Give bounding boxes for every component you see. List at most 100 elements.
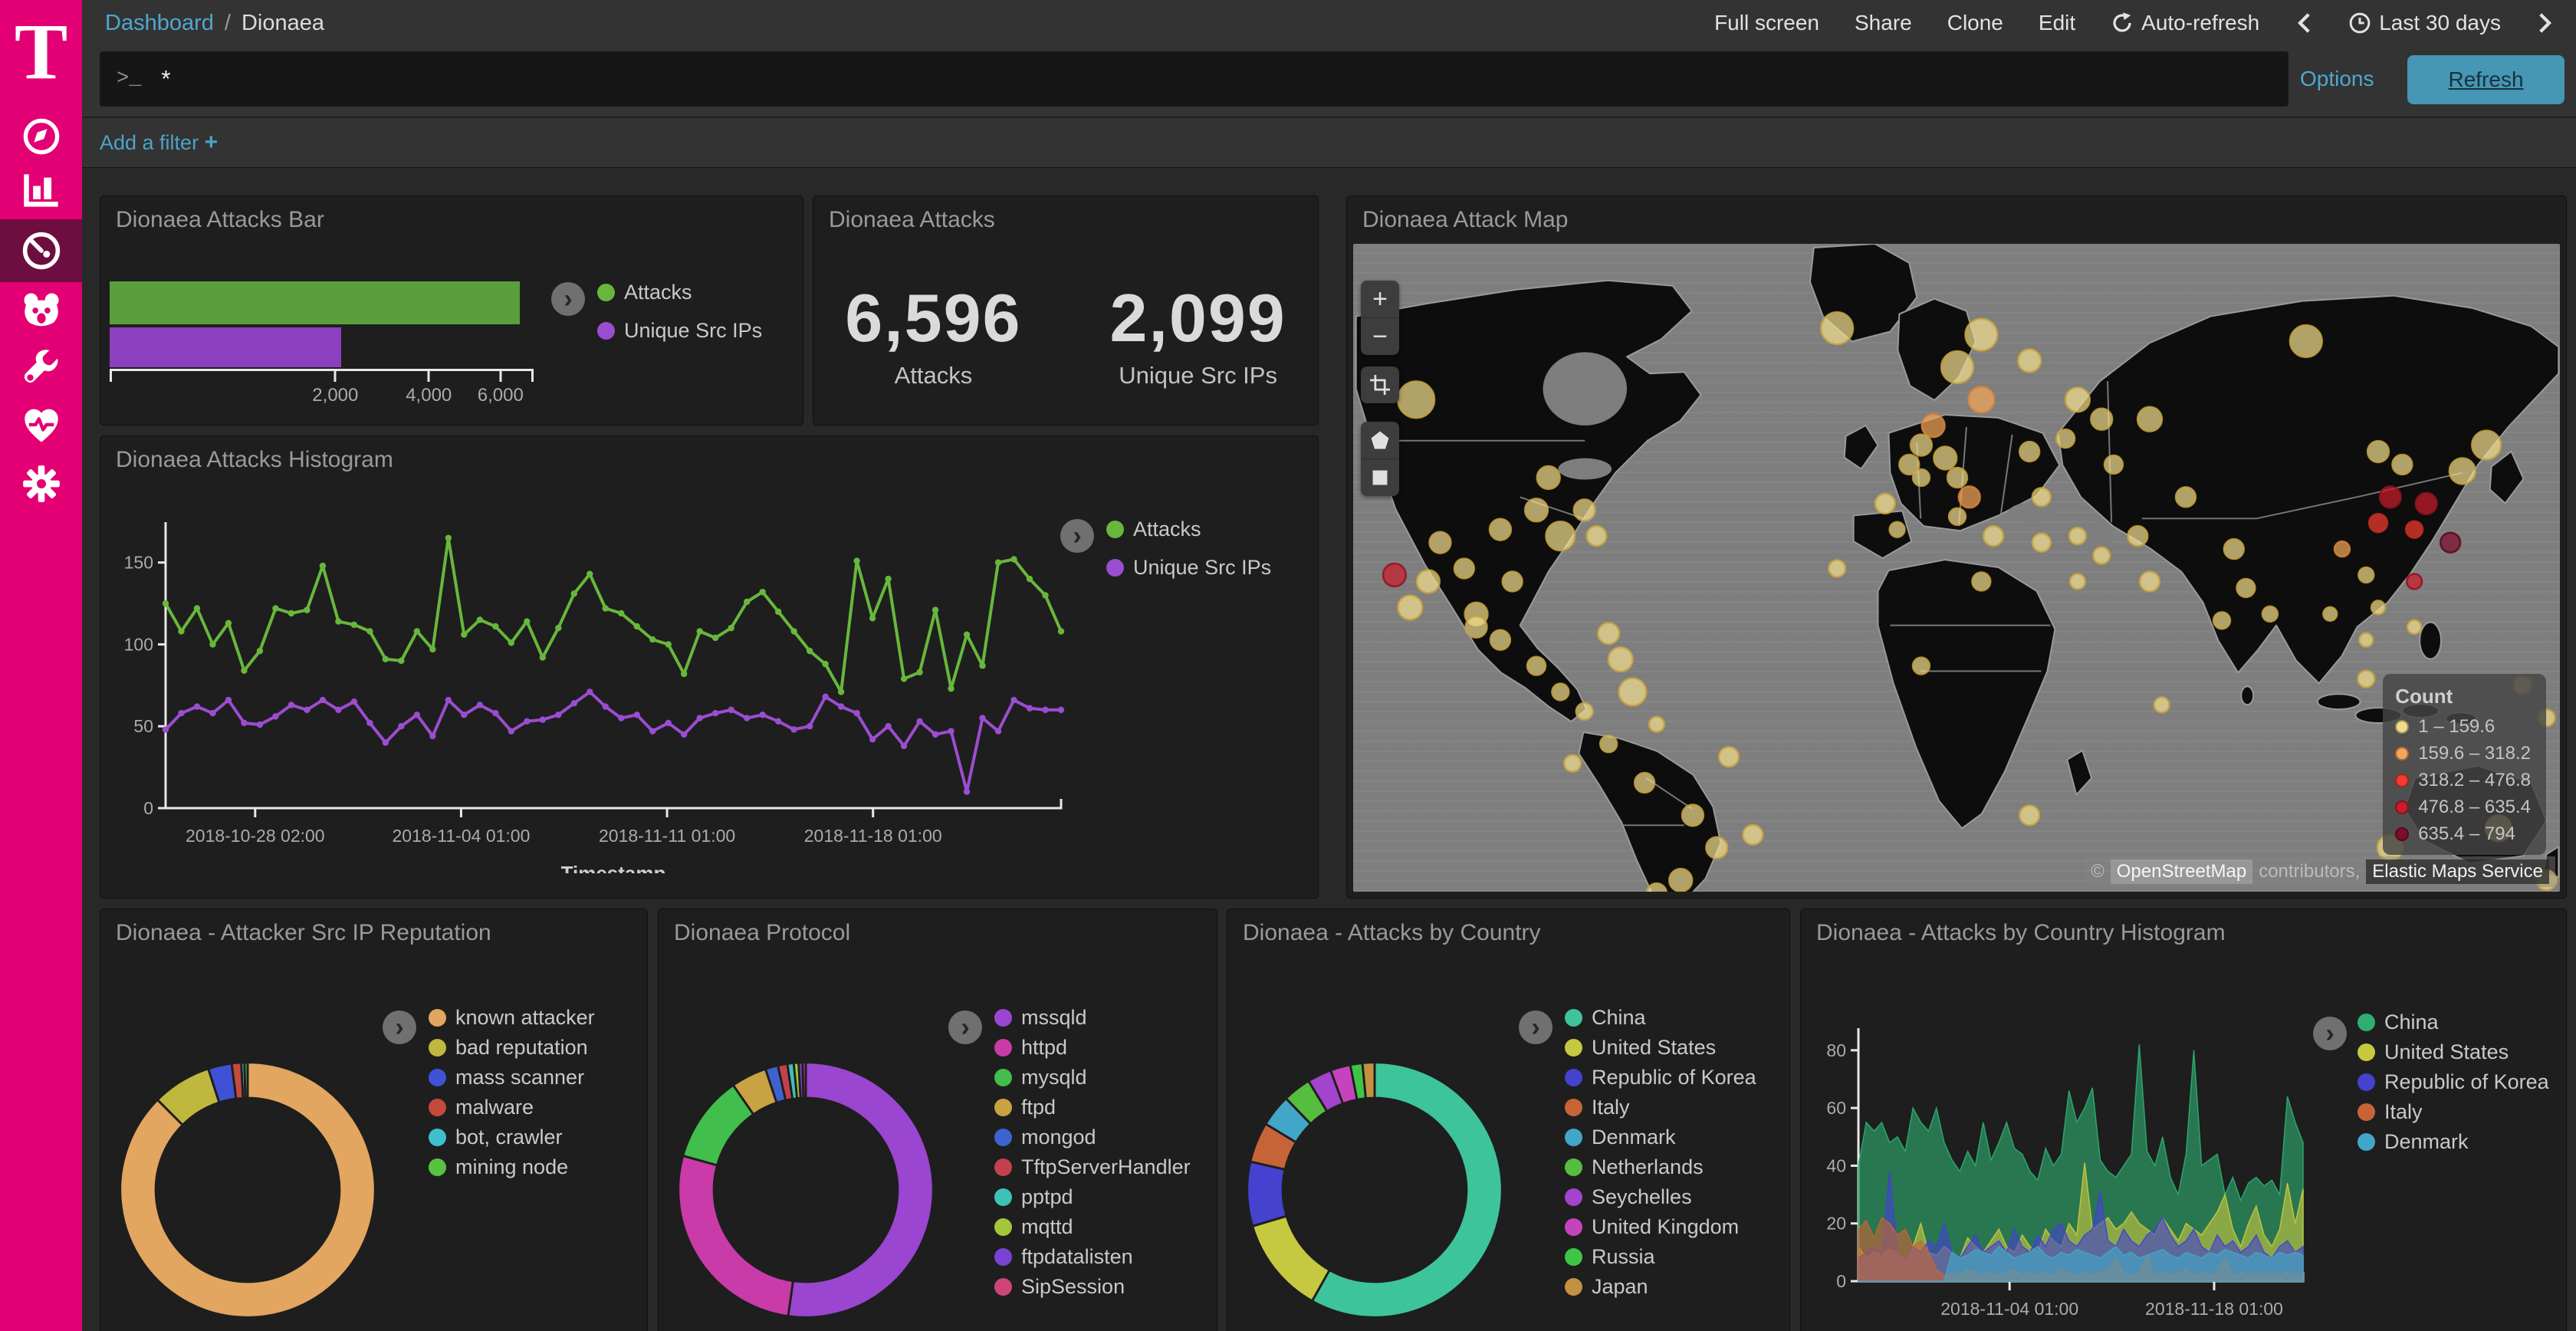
legend-item[interactable]: SipSession	[994, 1272, 1191, 1302]
donut-chart[interactable]	[114, 1057, 381, 1323]
expand-legend-icon[interactable]: ›	[551, 282, 585, 316]
legend-item[interactable]: China	[1565, 1003, 1756, 1033]
legend-item[interactable]: mqttd	[994, 1212, 1191, 1242]
legend-item[interactable]: 1 – 159.6	[2395, 713, 2531, 740]
svg-text:20: 20	[1826, 1214, 1846, 1234]
sidebar-item-dashboard[interactable]	[0, 219, 82, 282]
full-screen-button[interactable]: Full screen	[1714, 11, 1819, 35]
legend-label: Netherlands	[1592, 1155, 1704, 1179]
legend-item[interactable]: Republic of Korea	[2358, 1067, 2549, 1097]
legend-item[interactable]: Seychelles	[1565, 1182, 1756, 1212]
breadcrumb-separator: /	[225, 11, 231, 36]
area-chart[interactable]: 0204060802018-11-04 01:002018-11-18 01:0…	[1820, 1024, 2326, 1331]
legend-item[interactable]: Unique Src IPs	[1106, 548, 1271, 587]
legend-item[interactable]: 476.8 – 635.4	[2395, 794, 2531, 820]
time-forward-button[interactable]	[2536, 12, 2555, 35]
legend-label: China	[1592, 1006, 1646, 1030]
expand-legend-icon[interactable]: ›	[948, 1011, 982, 1044]
svg-text:80: 80	[1826, 1040, 1846, 1060]
legend-item[interactable]: United States	[1565, 1033, 1756, 1063]
sidebar-item-devtools[interactable]	[0, 340, 82, 396]
expand-legend-icon[interactable]: ›	[2313, 1017, 2347, 1050]
svg-text:0: 0	[1836, 1271, 1846, 1291]
bar-Unique Src IPs[interactable]	[110, 327, 341, 367]
zoom-out-button[interactable]: −	[1361, 317, 1399, 355]
legend-item[interactable]: Russia	[1565, 1242, 1756, 1272]
clone-button[interactable]: Clone	[1947, 11, 2003, 35]
legend-item[interactable]: Italy	[1565, 1093, 1756, 1122]
sidebar-item-visualize[interactable]	[0, 163, 82, 219]
legend-item[interactable]: United Kingdom	[1565, 1212, 1756, 1242]
horizontal-bar-chart[interactable]	[110, 281, 534, 370]
donut-chart[interactable]	[1241, 1057, 1508, 1323]
legend-item[interactable]: httpd	[994, 1033, 1191, 1063]
legend-item[interactable]: malware	[429, 1093, 595, 1122]
legend-item[interactable]: mysqld	[994, 1063, 1191, 1093]
sidebar-item-management[interactable]	[0, 455, 82, 512]
legend-item[interactable]: pptpd	[994, 1182, 1191, 1212]
reputation-legend: known attackerbad reputationmass scanner…	[429, 1003, 595, 1182]
legend-item[interactable]: mining node	[429, 1152, 595, 1182]
rectangle-tool-icon[interactable]	[1361, 458, 1399, 496]
donut-chart[interactable]	[672, 1057, 939, 1323]
legend-item[interactable]: Denmark	[1565, 1122, 1756, 1152]
legend-color-dot	[429, 1099, 446, 1116]
legend-item[interactable]: Netherlands	[1565, 1152, 1756, 1182]
search-query-input[interactable]: >_ *	[100, 51, 2288, 107]
world-map[interactable]: + −	[1353, 244, 2560, 892]
auto-refresh-button[interactable]: Auto-refresh	[2111, 11, 2259, 35]
legend-item[interactable]: Italy	[2358, 1097, 2549, 1127]
legend-item[interactable]: bad reputation	[429, 1033, 595, 1063]
copyright-symbol: ©	[2091, 861, 2104, 882]
share-button[interactable]: Share	[1855, 11, 1912, 35]
legend-item[interactable]: United States	[2358, 1037, 2549, 1067]
legend-color-dot	[2358, 1133, 2375, 1151]
legend-item[interactable]: 159.6 – 318.2	[2395, 740, 2531, 767]
time-back-button[interactable]	[2295, 12, 2313, 35]
legend-color-dot	[994, 1278, 1012, 1296]
expand-legend-icon[interactable]: ›	[1060, 519, 1094, 553]
time-range-picker[interactable]: Last 30 days	[2348, 11, 2501, 35]
refresh-cycle-icon	[2111, 12, 2134, 35]
osm-link[interactable]: OpenStreetMap	[2111, 859, 2252, 884]
legend-item[interactable]: TftpServerHandler	[994, 1152, 1191, 1182]
metric-attacks: 6,596 Attacks	[845, 279, 1021, 389]
ems-link[interactable]: Elastic Maps Service	[2366, 859, 2549, 884]
legend-item[interactable]: 318.2 – 476.8	[2395, 767, 2531, 794]
sidebar-item-discover[interactable]	[0, 108, 82, 165]
legend-item[interactable]: Unique Src IPs	[597, 311, 762, 350]
gauge-icon	[21, 230, 62, 271]
crop-icon[interactable]	[1361, 366, 1399, 403]
legend-item[interactable]: 635.4 – 794	[2395, 820, 2531, 847]
sidebar-item-monitoring[interactable]	[0, 397, 82, 454]
legend-item[interactable]: Attacks	[597, 273, 762, 311]
legend-item[interactable]: Republic of Korea	[1565, 1063, 1756, 1093]
legend-item[interactable]: known attacker	[429, 1003, 595, 1033]
legend-label: malware	[455, 1096, 534, 1119]
legend-item[interactable]: Attacks	[1106, 510, 1271, 548]
legend-item[interactable]: mongod	[994, 1122, 1191, 1152]
edit-button[interactable]: Edit	[2039, 11, 2075, 35]
expand-legend-icon[interactable]: ›	[383, 1011, 416, 1044]
telekom-logo[interactable]: T	[0, 6, 82, 98]
refresh-button[interactable]: Refresh	[2407, 55, 2564, 104]
legend-item[interactable]: China	[2358, 1007, 2549, 1037]
legend-color-dot	[2395, 720, 2409, 734]
legend-item[interactable]: Denmark	[2358, 1127, 2549, 1157]
legend-item[interactable]: bot, crawler	[429, 1122, 595, 1152]
line-chart[interactable]: 0501001502018-10-28 02:002018-11-04 01:0…	[116, 513, 1151, 873]
expand-legend-icon[interactable]: ›	[1519, 1011, 1552, 1044]
legend-item[interactable]: Japan	[1565, 1272, 1756, 1302]
legend-item[interactable]: ftpdatalisten	[994, 1242, 1191, 1272]
legend-item[interactable]: ftpd	[994, 1093, 1191, 1122]
lion-icon	[21, 290, 62, 331]
polygon-tool-icon[interactable]	[1361, 422, 1399, 458]
breadcrumb-dashboard-link[interactable]: Dashboard	[105, 11, 214, 36]
sidebar-item-timelion[interactable]	[0, 282, 82, 339]
legend-item[interactable]: mssqld	[994, 1003, 1191, 1033]
legend-item[interactable]: mass scanner	[429, 1063, 595, 1093]
bar-Attacks[interactable]	[110, 281, 520, 324]
zoom-in-button[interactable]: +	[1361, 281, 1399, 317]
add-filter-button[interactable]: Add a filter +	[100, 130, 218, 156]
query-options-link[interactable]: Options	[2300, 46, 2374, 112]
